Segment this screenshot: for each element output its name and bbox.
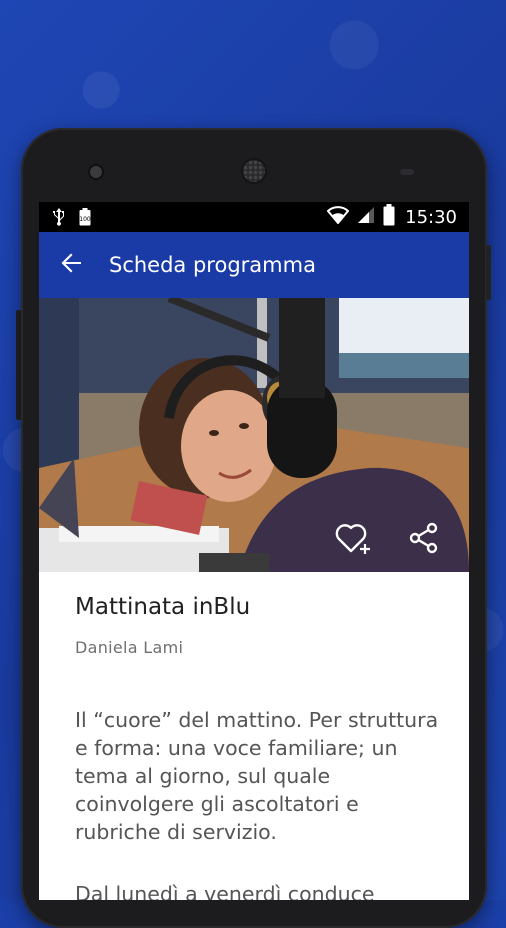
phone-power-button [486,245,491,300]
app-bar: Scheda programma [39,232,469,298]
program-host: Daniela Lami [75,638,184,657]
program-schedule-text: Dal lunedì a venerdì conduce [75,882,375,900]
usb-icon [53,208,65,230]
svg-text:100: 100 [79,216,91,223]
app-screen: 100 15:30 Scheda programma Mattinata inB… [39,202,469,900]
battery-icon [383,204,395,230]
back-button[interactable] [39,232,103,298]
battery-saver-icon: 100 [79,208,91,230]
program-details: Mattinata inBlu Daniela Lami Il “cuore” … [39,572,469,900]
program-description: Il “cuore” del mattino. Per struttura e … [75,708,439,844]
status-bar: 100 15:30 [39,202,469,232]
proximity-sensor [400,169,414,175]
wifi-icon [326,206,350,228]
earpiece-speaker [243,160,265,182]
program-hero-image [39,298,469,572]
arrow-back-icon [60,252,82,278]
status-clock: 15:30 [405,206,457,228]
heart-add-icon[interactable] [335,520,375,556]
front-camera [90,166,102,178]
page-title: Scheda programma [109,253,316,277]
program-title: Mattinata inBlu [75,594,251,620]
signal-icon [357,206,375,228]
share-icon[interactable] [409,522,439,554]
